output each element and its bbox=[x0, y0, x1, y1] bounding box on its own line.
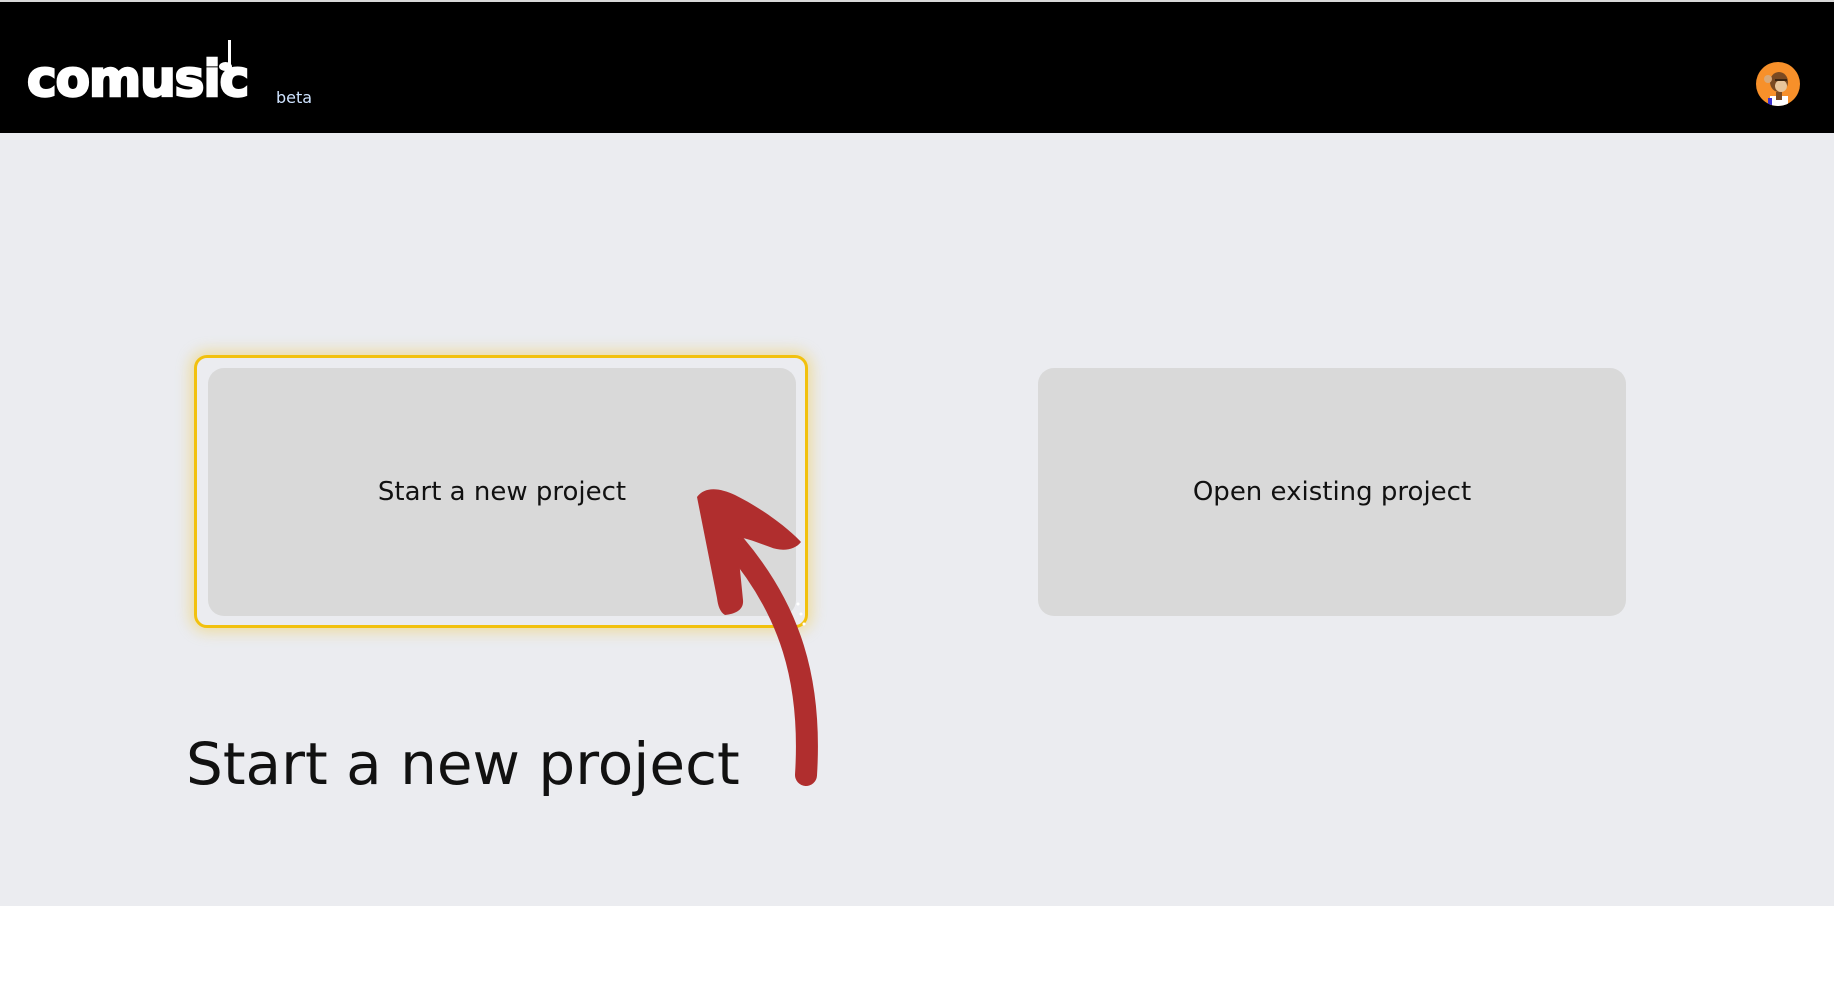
top-nav-bar: comusic beta bbox=[0, 0, 1834, 133]
start-new-project-button[interactable]: Start a new project bbox=[208, 368, 796, 616]
ape-avatar-icon bbox=[1764, 72, 1788, 106]
beta-badge: beta bbox=[276, 88, 313, 107]
user-avatar[interactable] bbox=[1756, 62, 1800, 106]
annotation-heading: Start a new project bbox=[186, 730, 740, 798]
logo-text: comusic bbox=[26, 50, 251, 108]
open-existing-project-button[interactable]: Open existing project bbox=[1038, 368, 1626, 616]
music-note-head bbox=[219, 62, 232, 71]
card-label: Open existing project bbox=[1192, 477, 1472, 507]
card-label: Start a new project bbox=[377, 477, 627, 507]
